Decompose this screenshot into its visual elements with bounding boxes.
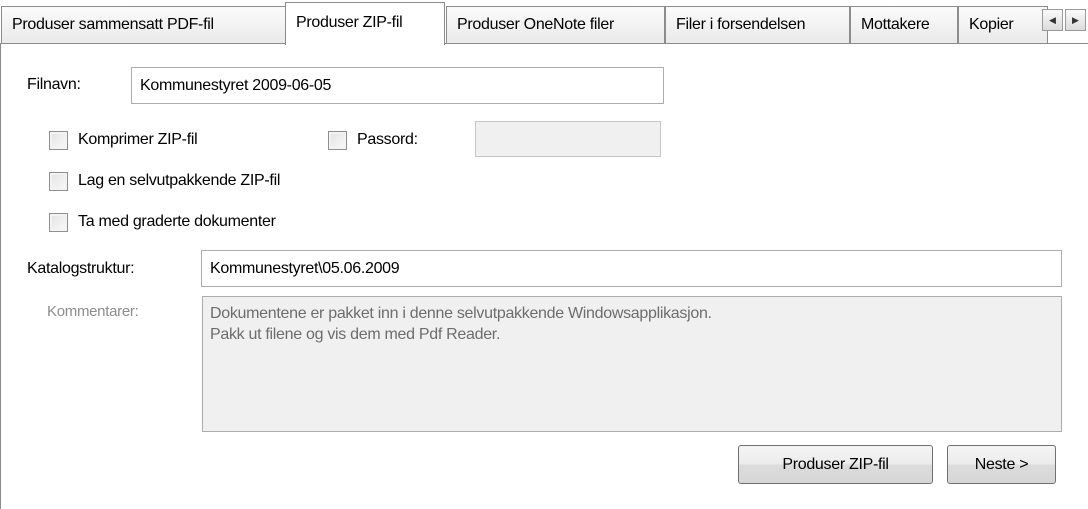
comments-line: Pakk ut filene og vis dem med Pdf Reader…: [210, 326, 501, 343]
password-option[interactable]: Passord:: [328, 128, 418, 152]
scroll-right-icon[interactable]: ▶: [1065, 9, 1086, 31]
self-extracting-checkbox[interactable]: [49, 171, 68, 191]
tab-label: Produser sammensatt PDF-fil: [12, 16, 214, 33]
password-input[interactable]: [475, 121, 661, 157]
tab-label: Filer i forsendelsen: [676, 16, 806, 33]
tab-label: Mottakere: [861, 16, 930, 33]
zip-settings-panel: Filnavn: Kommunestyret 2009-06-05 Kompri…: [0, 44, 1088, 509]
catalog-structure-input[interactable]: Kommunestyret\05.06.2009: [201, 250, 1062, 287]
tab-files-in-shipment[interactable]: Filer i forsendelsen: [665, 6, 850, 44]
graded-documents-label: Ta med graderte dokumenter: [78, 213, 276, 230]
comments-textarea[interactable]: Dokumentene er pakket inn i denne selvut…: [202, 296, 1062, 432]
filename-input[interactable]: Kommunestyret 2009-06-05: [131, 67, 664, 104]
graded-documents-checkbox[interactable]: [49, 212, 68, 232]
tab-recipients[interactable]: Mottakere: [850, 6, 958, 44]
comments-label: Kommentarer:: [47, 303, 139, 320]
tab-produce-onenote[interactable]: Produser OneNote filer: [446, 6, 665, 44]
tab-label: Produser ZIP-fil: [296, 14, 403, 31]
tab-scroll-arrows: ◀ ▶: [1042, 9, 1088, 31]
password-label: Passord:: [357, 131, 418, 148]
tab-label: Kopier: [969, 16, 1014, 33]
graded-documents-option[interactable]: Ta med graderte dokumenter: [49, 210, 276, 234]
tab-strip: Produser sammensatt PDF-fil Produser ZIP…: [0, 0, 1088, 45]
tab-copy[interactable]: Kopier: [958, 6, 1048, 44]
tab-divider: [0, 43, 1088, 44]
compress-zip-option[interactable]: Komprimer ZIP-fil: [49, 128, 198, 152]
tab-produce-pdf[interactable]: Produser sammensatt PDF-fil: [1, 6, 286, 44]
scroll-left-icon[interactable]: ◀: [1042, 9, 1063, 31]
next-button[interactable]: Neste >: [947, 445, 1056, 484]
tab-label: Produser OneNote filer: [457, 16, 615, 33]
filename-label: Filnavn:: [27, 76, 81, 93]
catalog-structure-label: Katalogstruktur:: [27, 260, 135, 277]
self-extracting-option[interactable]: Lag en selvutpakkende ZIP-fil: [49, 169, 280, 193]
self-extracting-label: Lag en selvutpakkende ZIP-fil: [78, 172, 281, 189]
tab-produce-zip[interactable]: Produser ZIP-fil: [285, 2, 445, 45]
comments-line: Dokumentene er pakket inn i denne selvut…: [210, 305, 712, 322]
compress-zip-checkbox[interactable]: [49, 130, 68, 150]
produce-zip-button[interactable]: Produser ZIP-fil: [738, 445, 933, 484]
password-checkbox[interactable]: [328, 130, 347, 150]
compress-zip-label: Komprimer ZIP-fil: [78, 131, 198, 148]
